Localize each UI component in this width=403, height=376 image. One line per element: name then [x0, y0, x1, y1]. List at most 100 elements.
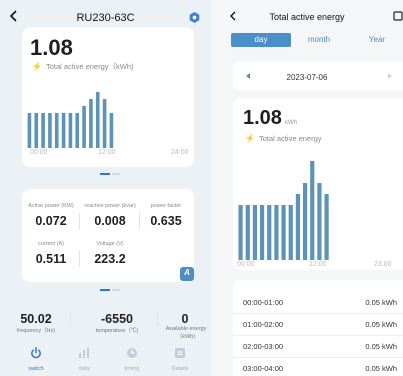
- x-tick-label: 23:00: [374, 261, 392, 268]
- power-factor-label: power factor: [150, 203, 182, 209]
- bar-07:00: [75, 113, 80, 148]
- frequency-value: 50.02: [20, 312, 52, 326]
- details-icon: [175, 348, 185, 358]
- nav-timing[interactable]: timing: [112, 346, 152, 372]
- current-value: 0.511: [35, 252, 67, 266]
- temperature-label: temperature（℃): [95, 328, 139, 334]
- temperature-value: -6550: [101, 312, 133, 326]
- energy-value: 1.08 kWh: [243, 107, 297, 129]
- bar-12:00: [109, 113, 114, 148]
- available-energy-label: Available energy（kWh): [165, 326, 207, 340]
- right-energy-chart: [238, 161, 329, 260]
- row-time: 01:00-02:00: [243, 320, 284, 329]
- energy-detail-panel: Total active energy day month Year 2023-…: [211, 0, 403, 376]
- nav-switch[interactable]: switch: [16, 346, 56, 372]
- energy-label: ⚡ Total active energy: [245, 134, 322, 143]
- active-power-value: 0.072: [35, 214, 67, 228]
- bar-chart-icon: [79, 348, 89, 358]
- settings-gear-icon[interactable]: [189, 12, 200, 23]
- tab-month[interactable]: month: [289, 33, 349, 47]
- energy-unit: kWh: [284, 120, 297, 126]
- voltage-value: 223.2: [94, 252, 126, 266]
- bar-02:00: [41, 113, 45, 148]
- row-value: 0.05 kWh: [365, 320, 397, 329]
- lightning-icon: ⚡: [245, 134, 255, 143]
- tab-year[interactable]: Year: [347, 33, 403, 47]
- device-title: RU230-63C: [76, 12, 135, 24]
- bar-02:00: [252, 205, 258, 260]
- clock-icon: [127, 348, 137, 358]
- date-label: 2023-07-06: [286, 73, 328, 82]
- tab-day[interactable]: day: [231, 33, 291, 47]
- bar-12:00: [324, 194, 329, 260]
- row-time: 02:00-03:00: [243, 342, 284, 351]
- next-date-icon[interactable]: [386, 72, 394, 80]
- row-value: 0.05 kWh: [365, 342, 397, 351]
- x-tick-label: 24:00: [171, 149, 189, 156]
- bar-08:00: [295, 194, 301, 260]
- bar-05:00: [61, 113, 66, 148]
- bar-09:00: [302, 183, 308, 260]
- bar-06:00: [68, 113, 73, 148]
- row-divider: [233, 313, 403, 314]
- voltage-label: Voltage (V): [96, 241, 124, 247]
- bar-11:00: [102, 99, 107, 148]
- bar-01:00: [245, 205, 250, 260]
- nav-label: Details: [171, 366, 189, 372]
- back-arrow-icon[interactable]: [6, 8, 22, 24]
- bar-06:00: [281, 205, 286, 260]
- row-divider: [233, 335, 403, 336]
- x-tick-label: 00:00: [30, 149, 48, 156]
- export-icon[interactable]: [393, 11, 403, 21]
- row-value: 0.05 kWh: [365, 298, 397, 307]
- bar-04:00: [54, 113, 59, 148]
- page-indicator: [100, 289, 120, 291]
- energy-value: 1.08: [30, 35, 73, 60]
- bar-09:00: [89, 99, 93, 148]
- bar-04:00: [267, 205, 272, 260]
- device-panel: RU230-63C 1.08 ⚡ Total active energy（kWh)…: [0, 0, 211, 376]
- divider: [139, 213, 140, 229]
- bar-10:00: [95, 92, 100, 148]
- x-tick-label: 00:00: [237, 261, 255, 268]
- page-title: Total active energy: [269, 12, 345, 22]
- bar-11:00: [317, 183, 322, 260]
- reactive-power-value: 0.008: [94, 214, 126, 228]
- available-energy-value: 0: [181, 312, 189, 326]
- bar-08:00: [82, 106, 86, 148]
- bar-03:00: [48, 113, 52, 148]
- bar-00:00: [27, 113, 32, 148]
- lightning-icon: ⚡: [32, 62, 42, 71]
- divider: [70, 312, 71, 326]
- divider: [157, 312, 158, 326]
- page-indicator: [100, 173, 120, 175]
- reactive-power-label: reactive power (kvar): [84, 203, 136, 209]
- phase-badge-label: A: [184, 268, 190, 277]
- power-icon: [31, 347, 41, 359]
- bar-00:00: [238, 205, 243, 260]
- nav-data[interactable]: data: [64, 346, 104, 372]
- bar-03:00: [259, 205, 265, 260]
- x-tick-label: 12:00: [98, 149, 116, 156]
- row-time: 00:00-01:00: [243, 298, 284, 307]
- nav-label: data: [78, 366, 90, 372]
- nav-details[interactable]: Details: [160, 346, 200, 372]
- divider: [79, 251, 80, 267]
- frequency-label: frequency（Hz): [16, 328, 56, 334]
- bar-10:00: [310, 161, 315, 260]
- nav-label: timing: [124, 366, 140, 372]
- current-label: current (A): [38, 241, 64, 247]
- power-factor-value: 0.635: [150, 214, 182, 228]
- row-time: 03:00-04:00: [243, 364, 284, 373]
- left-energy-chart: [27, 92, 114, 148]
- bar-05:00: [274, 205, 279, 260]
- energy-label: ⚡ Total active energy（kWh): [32, 62, 134, 71]
- bar-07:00: [288, 205, 293, 260]
- row-value: 0.05 kWh: [365, 364, 397, 373]
- active-power-label: Active power (KW): [28, 203, 74, 209]
- x-tick-label: 12:00: [309, 261, 327, 268]
- nav-label: switch: [28, 366, 44, 372]
- row-divider: [233, 357, 403, 358]
- divider: [79, 213, 80, 229]
- bar-01:00: [34, 113, 39, 148]
